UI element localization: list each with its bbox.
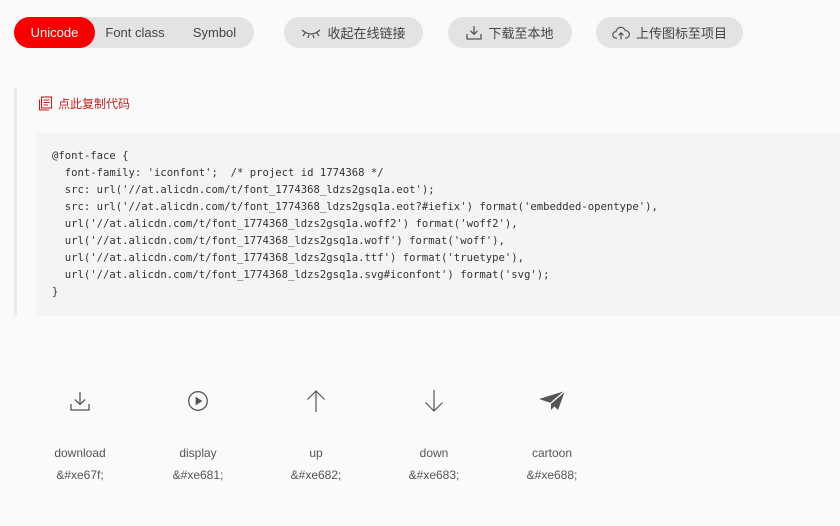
tab-switcher: Unicode Font class Symbol bbox=[14, 17, 254, 48]
copy-code-link[interactable]: 点此复制代码 bbox=[38, 95, 130, 112]
code-line: font-family: 'iconfont'; /* project id 1… bbox=[52, 167, 384, 179]
icon-name: download bbox=[54, 446, 106, 460]
upload-to-project-button[interactable]: 上传图标至项目 bbox=[596, 17, 743, 48]
code-line: @font-face { bbox=[52, 150, 129, 162]
upload-to-project-label: 上传图标至项目 bbox=[635, 26, 727, 41]
download-local-button[interactable]: 下载至本地 bbox=[448, 17, 572, 48]
arrow-up-icon bbox=[307, 390, 325, 412]
icon-name: up bbox=[309, 446, 323, 460]
code-line: url('//at.alicdn.com/t/font_1774368_ldzs… bbox=[52, 252, 524, 264]
collapse-online-link-label: 收起在线链接 bbox=[327, 26, 406, 41]
tab-unicode[interactable]: Unicode bbox=[14, 17, 95, 48]
icon-unicode: &#xe682; bbox=[290, 468, 342, 482]
icon-card-up[interactable]: up &#xe682; bbox=[271, 385, 361, 495]
icon-card-down[interactable]: down &#xe683; bbox=[389, 385, 479, 495]
icon-card-cartoon[interactable]: cartoon &#xe688; bbox=[507, 385, 597, 495]
copy-document-icon bbox=[38, 96, 53, 111]
download-icon bbox=[70, 392, 90, 411]
icon-name: display bbox=[179, 446, 217, 460]
icon-unicode: &#xe688; bbox=[526, 468, 578, 482]
tab-symbol[interactable]: Symbol bbox=[175, 17, 254, 48]
code-line: url('//at.alicdn.com/t/font_1774368_ldzs… bbox=[52, 269, 550, 281]
code-line: } bbox=[52, 286, 59, 298]
icon-name: cartoon bbox=[531, 446, 573, 460]
icon-name: down bbox=[419, 446, 449, 460]
code-line: src: url('//at.alicdn.com/t/font_1774368… bbox=[52, 201, 658, 213]
code-line: url('//at.alicdn.com/t/font_1774368_ldzs… bbox=[52, 235, 505, 247]
collapse-online-link-button[interactable]: 收起在线链接 bbox=[284, 17, 423, 48]
icon-card-download[interactable]: download &#xe67f; bbox=[35, 385, 125, 495]
icon-unicode: &#xe67f; bbox=[56, 468, 104, 482]
arrow-down-icon bbox=[425, 390, 443, 412]
copy-code-label: 点此复制代码 bbox=[58, 97, 131, 111]
download-local-label: 下载至本地 bbox=[488, 26, 554, 41]
icon-unicode: &#xe683; bbox=[408, 468, 460, 482]
icon-card-display[interactable]: display &#xe681; bbox=[153, 385, 243, 495]
eye-closed-icon bbox=[302, 29, 321, 38]
tab-font-class[interactable]: Font class bbox=[95, 17, 175, 48]
paper-plane-icon bbox=[539, 390, 566, 410]
font-face-code-panel: 点此复制代码 @font-face { font-family: 'iconfo… bbox=[14, 88, 840, 316]
play-icon bbox=[188, 391, 208, 411]
code-block: @font-face { font-family: 'iconfont'; /*… bbox=[36, 133, 840, 316]
code-line: src: url('//at.alicdn.com/t/font_1774368… bbox=[52, 184, 435, 196]
download-icon bbox=[466, 26, 483, 40]
icon-unicode: &#xe681; bbox=[172, 468, 224, 482]
code-line: url('//at.alicdn.com/t/font_1774368_ldzs… bbox=[52, 218, 518, 230]
cloud-upload-icon bbox=[612, 26, 630, 39]
